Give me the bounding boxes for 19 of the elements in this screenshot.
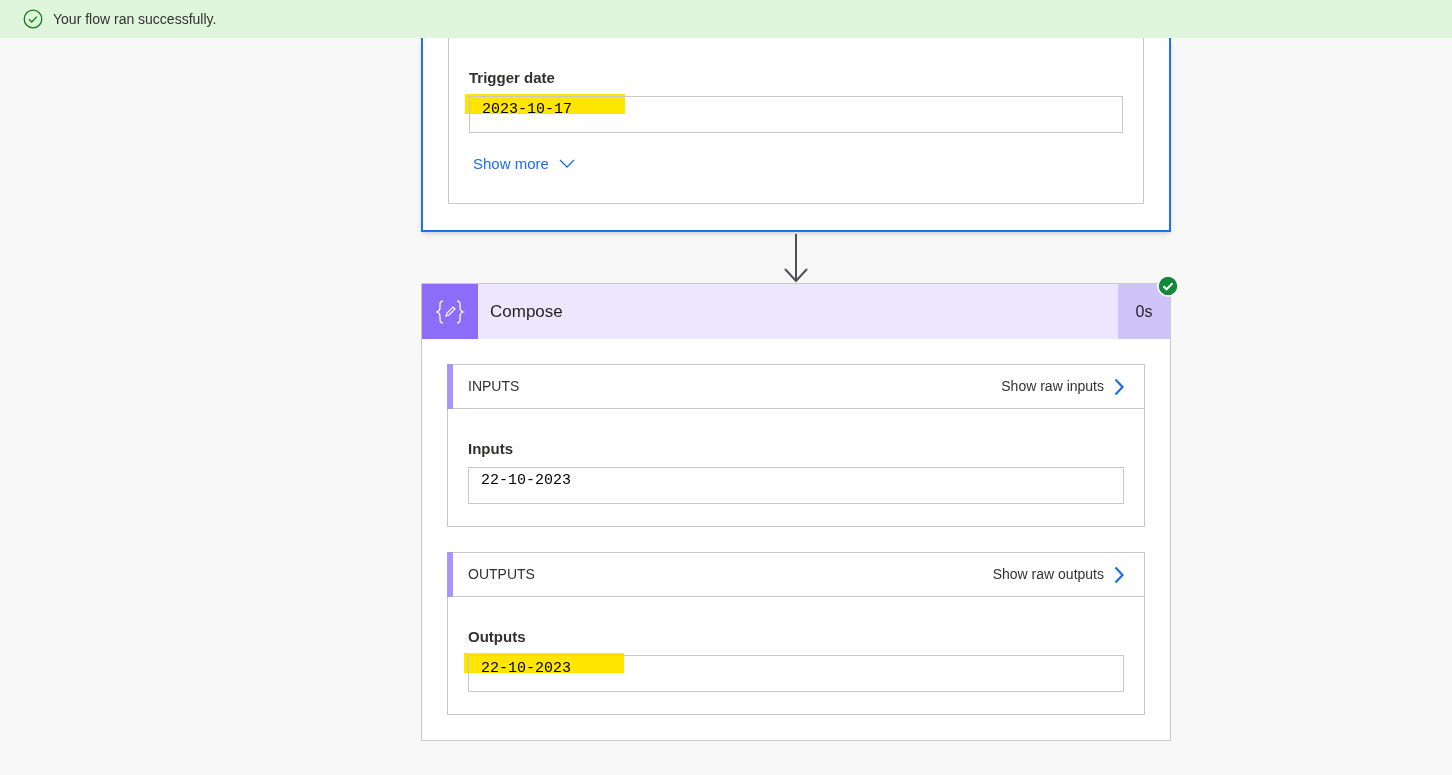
chevron-right-icon xyxy=(1114,565,1124,584)
duration-label: 0s xyxy=(1118,284,1170,339)
value-field: 2023-10-17 xyxy=(469,96,1123,133)
field-label: Inputs xyxy=(468,439,513,459)
field-label: Trigger date xyxy=(469,68,555,88)
down-arrow-icon xyxy=(782,232,810,283)
chevron-right-icon xyxy=(1114,377,1124,396)
value-field: 22-10-2023 xyxy=(468,655,1124,692)
show-more-link[interactable]: Show more xyxy=(473,153,575,176)
banner-message: Your flow ran successfully. xyxy=(53,9,217,29)
chevron-down-icon xyxy=(558,159,575,170)
section-heading: INPUTS xyxy=(468,377,521,396)
show-raw-link[interactable]: Show raw outputs xyxy=(992,564,1124,585)
value-field: 22-10-2023 xyxy=(468,467,1124,504)
action-title: Compose xyxy=(490,300,564,323)
section-heading: OUTPUTS xyxy=(468,565,536,584)
field-label: Outputs xyxy=(468,627,526,647)
show-raw-link[interactable]: Show raw inputs xyxy=(1001,376,1124,397)
check-circle-icon xyxy=(23,9,43,29)
